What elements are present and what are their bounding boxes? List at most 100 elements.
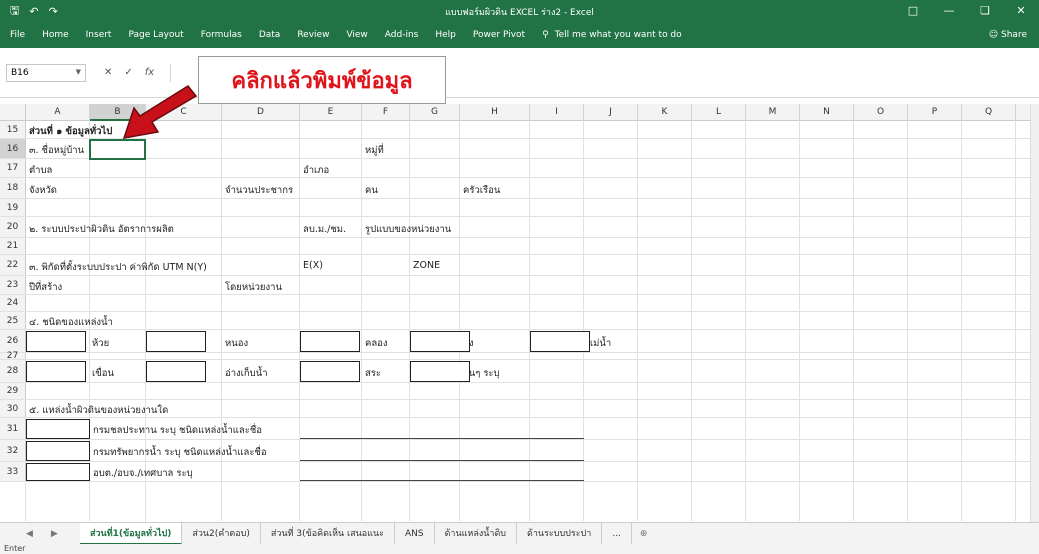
sheet-tab-4[interactable]: ANS [395, 522, 435, 545]
cell-text: ๓. ชื่อหมู่บ้าน [29, 145, 85, 156]
option-checkbox-cell[interactable] [410, 331, 470, 352]
row-header[interactable]: 33 [0, 462, 26, 481]
next-sheet-icon[interactable]: ▶ [51, 529, 58, 539]
restore-icon[interactable]: ❏ [967, 0, 1003, 22]
tab-insert[interactable]: Insert [86, 30, 112, 40]
selected-cell-b16[interactable] [89, 139, 146, 160]
option-checkbox-cell[interactable] [300, 361, 360, 382]
sheet-tab-2[interactable]: ส่วน2(คำตอบ) [182, 522, 261, 545]
worksheet-grid[interactable]: 15 ส่วนที่ ๑ ข้อมูลทั่วไป 16 ๓. ชื่อหมู่บ้า… [0, 121, 1030, 521]
column-header-j[interactable]: J [584, 104, 638, 121]
select-all-corner[interactable] [0, 104, 26, 121]
column-header-a[interactable]: A [26, 104, 90, 121]
tab-add-ins[interactable]: Add-ins [385, 30, 419, 40]
tab-help[interactable]: Help [435, 30, 456, 40]
window-controls: □ — ❏ ✕ [895, 0, 1039, 22]
cell-text: ส่วนที่ ๑ ข้อมูลทั่วไป [29, 126, 113, 137]
column-header-i[interactable]: I [530, 104, 584, 121]
row-header[interactable]: 30 [0, 400, 26, 417]
column-header-k[interactable]: K [638, 104, 692, 121]
row-header[interactable]: 15 [0, 121, 26, 138]
row-header[interactable]: 27 [0, 351, 26, 361]
column-header-d[interactable]: D [222, 104, 300, 121]
option-checkbox-cell[interactable] [410, 361, 470, 382]
row-header[interactable]: 25 [0, 312, 26, 329]
column-header-l[interactable]: L [692, 104, 746, 121]
vertical-scrollbar[interactable] [1030, 104, 1039, 522]
row-header[interactable]: 26 [0, 330, 26, 352]
prev-sheet-icon[interactable]: ◀ [26, 529, 33, 539]
tab-home[interactable]: Home [42, 30, 69, 40]
tab-view[interactable]: View [346, 30, 367, 40]
agency-checkbox-cell[interactable] [26, 441, 90, 461]
tab-page-layout[interactable]: Page Layout [128, 30, 183, 40]
option-checkbox-cell[interactable] [146, 331, 206, 352]
row-header[interactable]: 18 [0, 178, 26, 198]
column-header-m[interactable]: M [746, 104, 800, 121]
column-header-e[interactable]: E [300, 104, 362, 121]
status-bar: Enter [0, 544, 1039, 554]
more-sheets[interactable]: ... [602, 522, 632, 545]
cell-text: ๕. แหล่งน้ำผิวดินของหน่วยงานใด [29, 405, 169, 416]
row-header[interactable]: 29 [0, 383, 26, 399]
column-header-g[interactable]: G [410, 104, 460, 121]
row-header[interactable]: 19 [0, 199, 26, 216]
redo-icon[interactable]: ↷ [49, 5, 58, 18]
row-header[interactable]: 31 [0, 418, 26, 439]
save-icon[interactable]: 🖫 [10, 2, 19, 21]
cell-text: ห้วย [92, 337, 110, 349]
row-header[interactable]: 16 [0, 139, 26, 158]
name-box-value: B16 [11, 68, 29, 78]
sheet-tab-5[interactable]: ด้านแหล่งน้ำดิบ [435, 522, 518, 545]
agency-checkbox-cell[interactable] [26, 419, 90, 439]
entry-line[interactable] [300, 438, 584, 439]
column-header-o[interactable]: O [854, 104, 908, 121]
tab-power-pivot[interactable]: Power Pivot [473, 30, 525, 40]
option-checkbox-cell[interactable] [146, 361, 206, 382]
sheet-tab-1[interactable]: ส่วนที่1(ข้อมูลทั่วไป) [80, 522, 183, 545]
lightbulb-search-icon: ⚲ [542, 30, 549, 40]
tell-me-input[interactable]: Tell me what you want to do [555, 30, 682, 40]
cell-text: ตำบล [29, 164, 53, 176]
row-header[interactable]: 20 [0, 217, 26, 237]
close-icon[interactable]: ✕ [1003, 0, 1039, 22]
row-header[interactable]: 23 [0, 276, 26, 294]
cell-text: ZONE [413, 259, 441, 271]
share-button[interactable]: ☺ Share [989, 30, 1027, 40]
cell-text: ๒. ระบบประปาผิวดิน อัตราการผลิต [29, 223, 174, 235]
column-header-p[interactable]: P [908, 104, 962, 121]
column-header-q[interactable]: Q [962, 104, 1016, 121]
column-header-f[interactable]: F [362, 104, 410, 121]
add-sheet-icon[interactable]: ⊕ [640, 529, 648, 539]
column-header-h[interactable]: H [460, 104, 530, 121]
chevron-down-icon[interactable]: ▼ [76, 68, 81, 76]
sheet-tab-3[interactable]: ส่วนที่ 3(ข้อคิดเห็น เสนอแนะ [261, 522, 395, 545]
column-header-n[interactable]: N [800, 104, 854, 121]
option-checkbox-cell[interactable] [26, 361, 86, 382]
option-checkbox-cell[interactable] [26, 331, 86, 352]
option-checkbox-cell[interactable] [300, 331, 360, 352]
minimize-icon[interactable]: — [931, 0, 967, 22]
tab-file[interactable]: File [10, 30, 25, 40]
row-header[interactable]: 32 [0, 440, 26, 461]
option-checkbox-cell[interactable] [530, 331, 590, 352]
agency-checkbox-cell[interactable] [26, 463, 90, 481]
cancel-icon[interactable]: ✕ [104, 67, 112, 78]
entry-line[interactable] [300, 480, 584, 481]
tab-formulas[interactable]: Formulas [201, 30, 242, 40]
entry-line[interactable] [300, 460, 584, 461]
row-header[interactable]: 28 [0, 360, 26, 382]
name-box[interactable]: B16 ▼ [6, 64, 86, 82]
sheet-tab-6[interactable]: ด้านระบบประปา [517, 522, 603, 545]
enter-icon[interactable]: ✓ [124, 67, 132, 78]
tab-review[interactable]: Review [297, 30, 329, 40]
tab-data[interactable]: Data [259, 30, 281, 40]
row-header[interactable]: 17 [0, 159, 26, 177]
row-header[interactable]: 24 [0, 295, 26, 311]
cell-text: คลอง [365, 337, 388, 349]
undo-icon[interactable]: ↶ [29, 5, 38, 18]
function-icon[interactable]: fx [145, 67, 154, 78]
ribbon-display-icon[interactable]: □ [895, 0, 931, 22]
row-header[interactable]: 21 [0, 238, 26, 254]
row-header[interactable]: 22 [0, 255, 26, 275]
